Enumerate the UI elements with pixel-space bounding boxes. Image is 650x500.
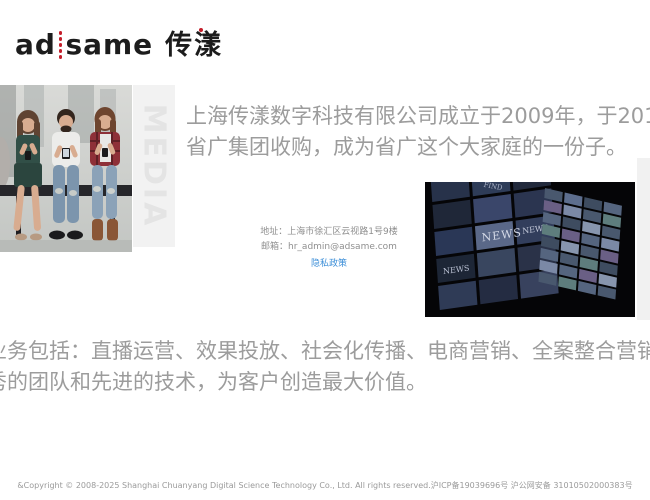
adsame-homepage: ad same 传漾 <box>0 0 650 500</box>
people-on-bench-photo <box>0 85 132 252</box>
logo-text-chinese: 传漾 <box>165 32 223 59</box>
right-watermark-panel: MARKETING <box>637 158 650 320</box>
media-watermark-panel: MEDIA <box>133 85 175 247</box>
adsame-logo: ad same 传漾 <box>15 26 223 64</box>
contact-block: 地址：上海市徐汇区云视路1号9楼 邮箱：hr_admin@adsame.com … <box>238 225 420 272</box>
services-line1: 业务包括：直播运营、效果投放、社会化传播、电商营销、全案整合营销， <box>0 336 650 367</box>
logo-text-ad: ad <box>15 31 56 59</box>
company-intro-line1: 上海传漾数字科技有限公司成立于2009年，于2015 <box>186 101 650 132</box>
logo-red-dot-icon <box>199 28 203 32</box>
address-text: 地址：上海市徐汇区云视路1号9楼 <box>238 225 420 240</box>
copyright-text: &Copyright © 2008-2025 Shanghai Chuanyan… <box>17 481 430 490</box>
company-intro-line2: 省广集团收购，成为省广这个大家庭的一份子。 <box>186 132 650 163</box>
footer: &Copyright © 2008-2025 Shanghai Chuanyan… <box>0 480 650 491</box>
logo-text-same: same <box>65 31 153 59</box>
email-text: 邮箱：hr_admin@adsame.com <box>238 240 420 255</box>
tv-wall-photo: NEWS NEWS NEWS FIND <box>425 182 635 317</box>
icp-license-link[interactable]: 沪ICP备19039696号 <box>431 481 509 490</box>
media-watermark-text: MEDIA <box>137 104 172 229</box>
privacy-policy-link[interactable]: 隐私政策 <box>311 257 347 272</box>
logo-red-dots-icon <box>59 31 63 59</box>
services-paragraph: 业务包括：直播运营、效果投放、社会化传播、电商营销、全案整合营销， 秀的团队和先… <box>0 336 650 398</box>
services-line2: 秀的团队和先进的技术，为客户创造最大价值。 <box>0 367 650 398</box>
company-intro-paragraph: 上海传漾数字科技有限公司成立于2009年，于2015 省广集团收购，成为省广这个… <box>186 101 650 163</box>
police-record-link[interactable]: 沪公网安备 31010502000383号 <box>508 481 632 490</box>
